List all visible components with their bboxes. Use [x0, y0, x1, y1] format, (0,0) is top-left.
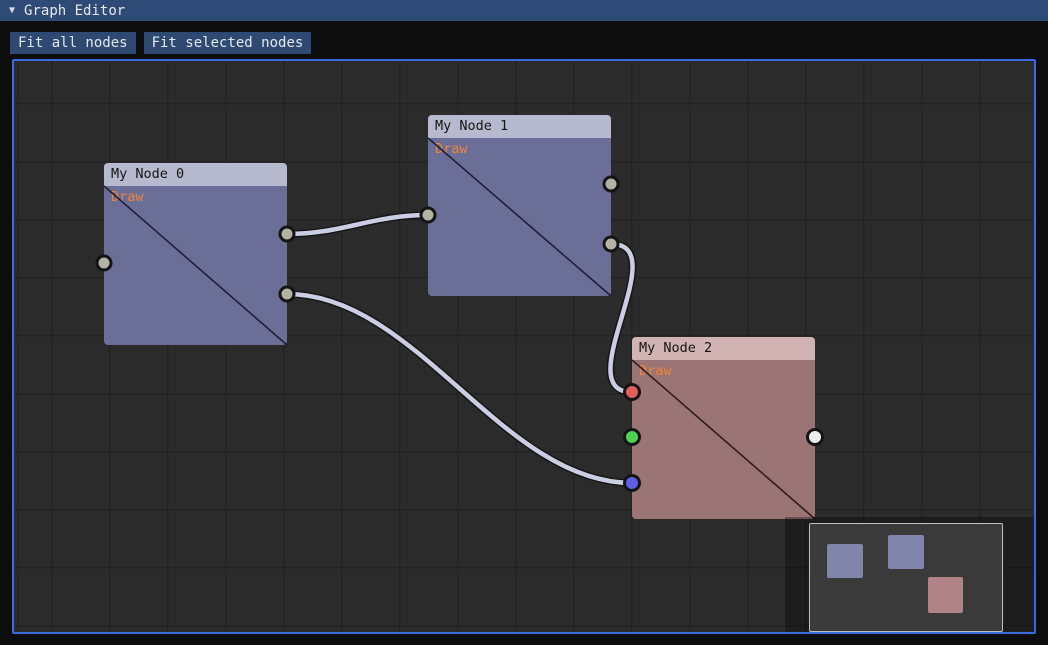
- node1-input-pin[interactable]: [421, 208, 435, 222]
- link-node1-to-node2[interactable]: [610, 244, 632, 392]
- node-header[interactable]: My Node 0: [104, 163, 287, 186]
- node-my-node-2[interactable]: My Node 2 Draw: [632, 337, 815, 519]
- minimap-node-1: [888, 535, 924, 569]
- link-node0-to-node1[interactable]: [287, 215, 428, 234]
- fit-all-nodes-button[interactable]: Fit all nodes: [10, 32, 136, 54]
- node2-input-pin-green[interactable]: [625, 430, 640, 445]
- collapse-arrow-icon[interactable]: ▼: [9, 6, 15, 16]
- node-body[interactable]: Draw: [632, 360, 815, 519]
- node-content-label: Draw: [111, 189, 144, 205]
- node-title: My Node 0: [111, 166, 184, 182]
- node2-input-pin-blue[interactable]: [625, 476, 640, 491]
- node-my-node-1[interactable]: My Node 1 Draw: [428, 115, 611, 296]
- node-body[interactable]: Draw: [104, 186, 287, 345]
- node-content-label: Draw: [639, 363, 672, 379]
- node2-input-pin-red[interactable]: [625, 385, 640, 400]
- node1-output-pin-2[interactable]: [604, 237, 618, 251]
- node2-output-pin[interactable]: [808, 430, 823, 445]
- node-title: My Node 2: [639, 340, 712, 356]
- fit-selected-nodes-button[interactable]: Fit selected nodes: [144, 32, 312, 54]
- node0-output-pin-2[interactable]: [280, 287, 294, 301]
- node-my-node-0[interactable]: My Node 0 Draw: [104, 163, 287, 345]
- minimap[interactable]: [809, 523, 1003, 632]
- node-body[interactable]: Draw: [428, 138, 611, 296]
- minimap-node-2: [928, 577, 963, 613]
- node-header[interactable]: My Node 2: [632, 337, 815, 360]
- window-title: Graph Editor: [24, 3, 125, 19]
- node0-input-pin[interactable]: [97, 256, 111, 270]
- node1-output-pin-1[interactable]: [604, 177, 618, 191]
- node-editor-canvas[interactable]: My Node 0 Draw My Node 1 Draw My Node 2 …: [12, 59, 1036, 634]
- node-content-label: Draw: [435, 141, 468, 157]
- node0-output-pin-1[interactable]: [280, 227, 294, 241]
- node-header[interactable]: My Node 1: [428, 115, 611, 138]
- node-title: My Node 1: [435, 118, 508, 134]
- minimap-node-0: [827, 544, 863, 578]
- toolbar: Fit all nodes Fit selected nodes: [10, 32, 311, 54]
- window-titlebar[interactable]: ▼ Graph Editor: [0, 0, 1048, 21]
- link-node0-to-node2[interactable]: [287, 294, 632, 483]
